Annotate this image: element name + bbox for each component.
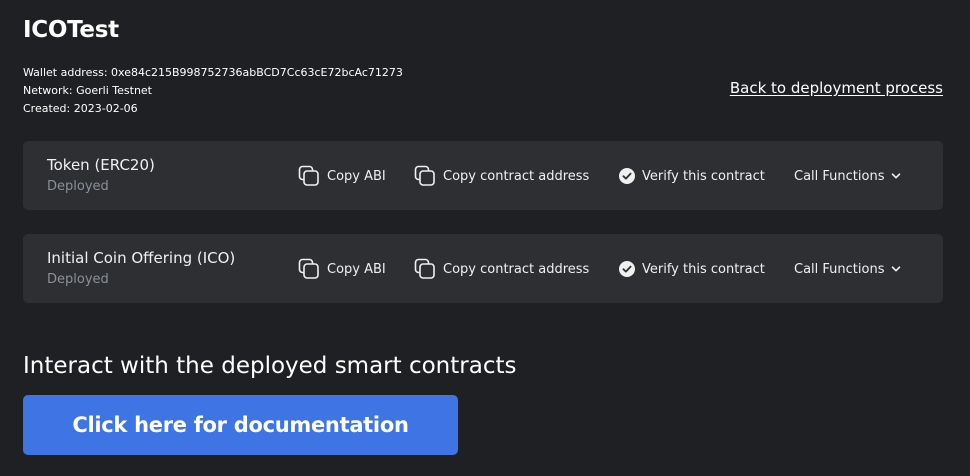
wallet-address: Wallet address: 0xe84c215B998752736abBCD…: [23, 66, 403, 79]
verify-contract-button[interactable]: Verify this contract: [619, 258, 765, 280]
page-title: ICOTest: [23, 17, 119, 43]
verify-contract-button[interactable]: Verify this contract: [619, 165, 765, 187]
verify-contract-label: Verify this contract: [642, 261, 765, 277]
contract-name: Initial Coin Offering (ICO): [47, 249, 236, 267]
copy-icon: [298, 165, 320, 187]
contract-status: Deployed: [47, 272, 109, 287]
copy-contract-address-label: Copy contract address: [443, 168, 590, 184]
copy-icon: [414, 258, 436, 280]
contract-name: Token (ERC20): [47, 156, 155, 174]
check-circle-icon: [619, 168, 635, 184]
documentation-button[interactable]: Click here for documentation: [23, 395, 458, 455]
call-functions-label: Call Functions: [794, 168, 885, 184]
contract-card-ico: Initial Coin Offering (ICO) Deployed Cop…: [23, 234, 943, 303]
call-functions-dropdown[interactable]: Call Functions: [794, 258, 901, 280]
copy-abi-label: Copy ABI: [327, 261, 386, 277]
copy-contract-address-button[interactable]: Copy contract address: [414, 258, 589, 280]
copy-contract-address-button[interactable]: Copy contract address: [414, 165, 589, 187]
call-functions-dropdown[interactable]: Call Functions: [794, 165, 901, 187]
chevron-down-icon: [891, 171, 901, 181]
interact-heading: Interact with the deployed smart contrac…: [23, 353, 517, 379]
contract-card-token: Token (ERC20) Deployed Copy ABI Copy con…: [23, 141, 943, 210]
copy-abi-button[interactable]: Copy ABI: [298, 258, 386, 280]
network-label: Network: Goerli Testnet: [23, 84, 152, 97]
chevron-down-icon: [891, 264, 901, 274]
copy-icon: [414, 165, 436, 187]
copy-contract-address-label: Copy contract address: [443, 261, 590, 277]
copy-icon: [298, 258, 320, 280]
call-functions-label: Call Functions: [794, 261, 885, 277]
contract-status: Deployed: [47, 179, 109, 194]
verify-contract-label: Verify this contract: [642, 168, 765, 184]
copy-abi-button[interactable]: Copy ABI: [298, 165, 386, 187]
check-circle-icon: [619, 261, 635, 277]
created-date: Created: 2023-02-06: [23, 102, 138, 115]
copy-abi-label: Copy ABI: [327, 168, 386, 184]
back-to-deployment-link[interactable]: Back to deployment process: [730, 79, 943, 97]
